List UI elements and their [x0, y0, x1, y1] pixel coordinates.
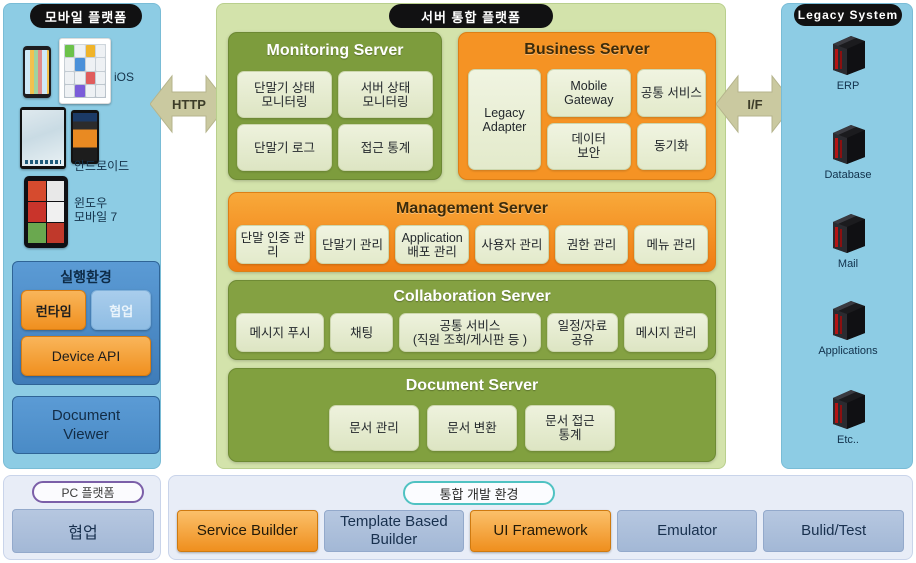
- server-rack-icon: [825, 210, 871, 256]
- tile-device-management[interactable]: 단말기 관리: [315, 225, 390, 264]
- tile-data-security[interactable]: 데이터 보안: [546, 122, 631, 170]
- monitoring-server-tile-grid: 단말기 상태 모니터링 서버 상태 모니터링 단말기 로그 접근 통계: [237, 71, 433, 171]
- tile-common-service[interactable]: 공통 서비스: [636, 69, 706, 117]
- pc-platform-badge: PC 플랫폼: [32, 481, 144, 503]
- legacy-label-etc: Etc..: [836, 434, 859, 446]
- server-rack-icon: [825, 32, 871, 78]
- legacy-label-database: Database: [824, 169, 872, 181]
- legacy-item-applications[interactable]: Applications: [782, 297, 914, 357]
- legacy-item-erp[interactable]: ERP: [782, 32, 914, 92]
- iphone-device-icon: [23, 46, 51, 98]
- pc-platform-panel: PC 플랫폼 협업: [3, 475, 161, 560]
- legacy-label-erp: ERP: [836, 80, 860, 92]
- runtime-chip-row: 런타임 협업: [13, 287, 159, 330]
- tile-document-conversion[interactable]: 문서 변환: [427, 405, 517, 451]
- tile-permission-management[interactable]: 권한 관리: [554, 225, 629, 264]
- android-phone-device-icon: [71, 110, 99, 164]
- management-server-card: Management Server 단말 인증 관리 단말기 관리 Applic…: [228, 192, 716, 272]
- dev-environment-badge: 통합 개발 환경: [403, 481, 555, 505]
- runtime-environment-box: 실행환경 런타임 협업 Device API: [12, 261, 160, 385]
- tile-device-log[interactable]: 단말기 로그: [237, 124, 332, 171]
- collaboration-server-title: Collaboration Server: [393, 288, 551, 305]
- server-rack-icon: [825, 386, 871, 432]
- tile-menu-management[interactable]: 메뉴 관리: [634, 225, 709, 264]
- document-viewer-line2: Viewer: [63, 426, 109, 443]
- monitoring-server-card: Monitoring Server 단말기 상태 모니터링 서버 상태 모니터링…: [228, 32, 442, 180]
- tile-mobile-gateway[interactable]: Mobile Gateway: [546, 69, 631, 117]
- tile-synchronization[interactable]: 동기화: [636, 122, 706, 170]
- management-server-tile-row: 단말 인증 관리 단말기 관리 Application 배포 관리 사용자 관리…: [236, 225, 709, 264]
- document-server-tile-row: 문서 관리 문서 변환 문서 접근 통계: [229, 405, 715, 451]
- dev-chip-build-test[interactable]: Bulid/Test: [763, 510, 904, 552]
- business-server-card: Business Server Mobile Gateway 공통 서비스 Le…: [458, 32, 716, 180]
- legacy-item-database[interactable]: Database: [782, 121, 914, 181]
- tile-device-auth-management[interactable]: 단말 인증 관리: [236, 225, 310, 264]
- device-api-chip[interactable]: Device API: [21, 336, 151, 376]
- tile-schedule-resource-share[interactable]: 일정/자료 공유: [546, 313, 619, 352]
- tile-server-status-monitoring[interactable]: 서버 상태 모니터링: [338, 71, 433, 118]
- tile-document-access-statistics[interactable]: 문서 접근 통계: [525, 405, 615, 451]
- document-server-card: Document Server 문서 관리 문서 변환 문서 접근 통계: [228, 368, 716, 462]
- dev-chip-template-based-builder[interactable]: Template Based Builder: [323, 510, 465, 552]
- tile-user-management[interactable]: 사용자 관리: [475, 225, 549, 264]
- dev-chip-service-builder[interactable]: Service Builder: [177, 510, 318, 552]
- http-connector-label: HTTP: [172, 96, 206, 112]
- interface-connector-label: I/F: [747, 96, 763, 112]
- dev-chip-ui-framework[interactable]: UI Framework: [470, 510, 611, 552]
- tile-message-management[interactable]: 메시지 관리: [624, 313, 709, 352]
- device-label-windows-mobile: 윈도우 모바일 7: [74, 196, 117, 224]
- wp-label-line2: 모바일 7: [74, 210, 118, 224]
- pc-platform-collaboration-item[interactable]: 협업: [12, 509, 154, 553]
- tile-device-status-monitoring[interactable]: 단말기 상태 모니터링: [237, 71, 332, 118]
- legacy-system-badge: Legacy System: [794, 4, 902, 26]
- tile-message-push[interactable]: 메시지 푸시: [236, 313, 324, 352]
- wp-label-line1: 윈도우: [74, 196, 108, 210]
- mobile-platform-badge: 모바일 플랫폼: [30, 4, 142, 28]
- document-viewer-box[interactable]: Document Viewer: [12, 396, 160, 454]
- tile-application-deploy-management[interactable]: Application 배포 관리: [395, 225, 470, 264]
- runtime-chip-collaboration[interactable]: 협업: [91, 290, 151, 330]
- dev-chip-emulator[interactable]: Emulator: [616, 510, 758, 552]
- mobile-platform-panel: iOS 안드로이드 윈도우 모바일 7 실행환경 런타임 협업 Device A…: [3, 3, 161, 469]
- business-server-tile-grid: Mobile Gateway 공통 서비스 Legacy Adapter 데이터…: [468, 69, 706, 170]
- legacy-label-applications: Applications: [818, 345, 878, 357]
- runtime-environment-title: 실행환경: [60, 269, 112, 285]
- tile-common-service-collab[interactable]: 공통 서비스 (직원 조회/게시판 등 ): [399, 313, 541, 352]
- tile-access-statistics[interactable]: 접근 통계: [338, 124, 433, 171]
- tile-document-management[interactable]: 문서 관리: [329, 405, 419, 451]
- server-platform-badge: 서버 통합 플랫폼: [389, 4, 553, 28]
- tile-chatting[interactable]: 채팅: [329, 313, 394, 352]
- legacy-item-etc[interactable]: Etc..: [782, 386, 914, 446]
- collaboration-server-card: Collaboration Server 메시지 푸시 채팅 공통 서비스 (직…: [228, 280, 716, 360]
- collaboration-server-tile-row: 메시지 푸시 채팅 공통 서비스 (직원 조회/게시판 등 ) 일정/자료 공유…: [236, 313, 709, 352]
- windows-phone-device-icon: [24, 176, 68, 248]
- device-label-ios: iOS: [114, 70, 135, 84]
- architecture-diagram: iOS 안드로이드 윈도우 모바일 7 실행환경 런타임 협업 Device A…: [0, 0, 916, 563]
- document-server-title: Document Server: [405, 377, 539, 394]
- dev-environment-chip-row: Service Builder Template Based Builder U…: [177, 510, 904, 552]
- legacy-system-panel: ERP Database Mail Applications Etc..: [781, 3, 913, 469]
- document-viewer-line1: Document: [51, 407, 121, 424]
- management-server-title: Management Server: [395, 200, 549, 217]
- integrated-dev-environment-panel: 통합 개발 환경 Service Builder Template Based …: [168, 475, 913, 560]
- runtime-chip-runtime[interactable]: 런타임: [21, 290, 87, 330]
- legacy-item-mail[interactable]: Mail: [782, 210, 914, 270]
- ipad-device-icon: [59, 38, 111, 104]
- galaxy-tab-device-icon: [20, 107, 66, 169]
- business-server-title: Business Server: [524, 41, 650, 58]
- legacy-label-mail: Mail: [837, 258, 859, 270]
- monitoring-server-title: Monitoring Server: [266, 42, 404, 59]
- tile-legacy-adapter[interactable]: Legacy Adapter: [468, 69, 541, 170]
- server-rack-icon: [825, 121, 871, 167]
- server-rack-icon: [825, 297, 871, 343]
- device-label-android: 안드로이드: [74, 159, 130, 173]
